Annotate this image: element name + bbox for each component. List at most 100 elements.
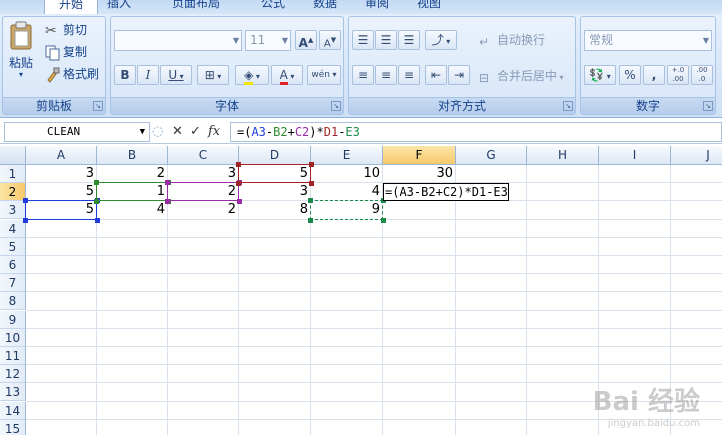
- align-top-button[interactable]: ☰: [352, 30, 374, 50]
- tab-data[interactable]: 数据: [310, 0, 340, 14]
- resize-handle[interactable]: [309, 181, 314, 187]
- row-header-5[interactable]: 5: [0, 237, 26, 256]
- borders-button[interactable]: ⊞ ▾: [197, 65, 229, 85]
- cell-a2[interactable]: 5: [26, 183, 96, 201]
- cell-b3[interactable]: 4: [97, 201, 167, 219]
- row-header-12[interactable]: 12: [0, 365, 26, 384]
- tab-view[interactable]: 视图: [414, 0, 444, 14]
- shrink-font-button[interactable]: A▼: [319, 30, 341, 50]
- copy-button[interactable]: 复制: [45, 43, 87, 61]
- row-header-13[interactable]: 13: [0, 383, 26, 402]
- row-header-14[interactable]: 14: [0, 401, 26, 420]
- increase-indent-button[interactable]: ⇥: [448, 65, 470, 85]
- formula-token: E3: [345, 125, 360, 139]
- number-launcher-icon[interactable]: ↘: [703, 101, 713, 111]
- cell-d3[interactable]: 8: [239, 201, 310, 219]
- percent-button[interactable]: %: [619, 65, 641, 85]
- merge-center-button[interactable]: ⊟ 合并后居中 ▾: [479, 67, 564, 87]
- wrap-text-button[interactable]: ↵ 自动换行: [479, 31, 545, 49]
- decrease-indent-button[interactable]: ⇤: [425, 65, 447, 85]
- comma-button[interactable]: ,: [643, 65, 665, 85]
- column-header-h[interactable]: H: [527, 146, 599, 165]
- phonetic-button[interactable]: wén ▾: [307, 65, 341, 85]
- resize-handle[interactable]: [165, 180, 170, 186]
- row-header-11[interactable]: 11: [0, 347, 26, 365]
- resize-handle[interactable]: [309, 162, 314, 167]
- row-header-1[interactable]: 1: [0, 165, 26, 183]
- column-header-j[interactable]: J: [671, 146, 722, 165]
- resize-handle[interactable]: [94, 199, 99, 205]
- cell-f1[interactable]: 30: [383, 165, 455, 183]
- resize-handle[interactable]: [95, 217, 100, 223]
- cell-a1[interactable]: 3: [26, 165, 96, 183]
- font-color-button[interactable]: A ▾: [271, 65, 303, 85]
- column-header-i[interactable]: I: [599, 146, 671, 165]
- row-header-7[interactable]: 7: [0, 274, 26, 293]
- row-header-6[interactable]: 6: [0, 256, 26, 274]
- tab-insert[interactable]: 插入: [104, 0, 134, 14]
- underline-button[interactable]: U ▾: [160, 65, 192, 85]
- clipboard-launcher-icon[interactable]: ↘: [93, 101, 103, 111]
- cell-e1[interactable]: 10: [311, 165, 382, 183]
- resize-handle[interactable]: [23, 198, 28, 204]
- increase-decimal-button[interactable]: +.0 .00: [667, 65, 689, 85]
- paste-button[interactable]: 粘贴 ▾: [7, 21, 35, 80]
- fill-color-button[interactable]: ◈ ▾: [235, 65, 269, 85]
- cell-e2[interactable]: 4: [311, 183, 382, 201]
- orientation-button[interactable]: ⤴ ▾: [425, 30, 457, 50]
- name-box[interactable]: CLEAN ▼: [4, 122, 150, 142]
- align-right-button[interactable]: ≡: [398, 65, 420, 85]
- row-header-10[interactable]: 10: [0, 328, 26, 347]
- cut-button[interactable]: ✂ 剪切: [45, 21, 87, 39]
- column-header-g[interactable]: G: [456, 146, 527, 165]
- insert-function-icon[interactable]: fx: [208, 122, 220, 142]
- resize-handle[interactable]: [308, 217, 313, 223]
- select-all-corner[interactable]: [0, 146, 26, 165]
- cancel-icon[interactable]: ✕: [172, 122, 183, 142]
- tab-page-layout[interactable]: 页面布局: [158, 0, 234, 14]
- formula-input[interactable]: =(A3-B2+C2)*D1-E3: [230, 122, 722, 142]
- tab-home[interactable]: 开始: [44, 0, 98, 14]
- font-launcher-icon[interactable]: ↘: [331, 101, 341, 111]
- cell-b1[interactable]: 2: [97, 165, 167, 183]
- resize-handle[interactable]: [236, 162, 241, 167]
- row-header-15[interactable]: 15: [0, 419, 26, 435]
- align-bottom-button[interactable]: ☰: [398, 30, 420, 50]
- column-header-b[interactable]: B: [97, 146, 168, 165]
- cell-d2[interactable]: 3: [239, 183, 310, 201]
- grow-font-button[interactable]: A▲: [295, 30, 317, 50]
- column-header-f[interactable]: F: [383, 146, 456, 165]
- column-header-a[interactable]: A: [26, 146, 97, 165]
- align-center-button[interactable]: ≡: [375, 65, 397, 85]
- cell-c3[interactable]: 2: [168, 201, 238, 219]
- bold-button[interactable]: B: [114, 65, 136, 85]
- number-format-combo[interactable]: 常规 ▼: [584, 30, 712, 51]
- align-middle-button[interactable]: ☰: [375, 30, 397, 50]
- resize-handle[interactable]: [308, 198, 313, 204]
- currency-button[interactable]: 💱 ▾: [584, 65, 616, 85]
- resize-handle[interactable]: [237, 199, 242, 205]
- resize-handle[interactable]: [236, 181, 241, 187]
- enter-icon[interactable]: ✓: [190, 122, 201, 142]
- resize-handle[interactable]: [23, 217, 28, 223]
- alignment-launcher-icon[interactable]: ↘: [563, 101, 573, 111]
- decrease-decimal-button[interactable]: .00 .0: [691, 65, 713, 85]
- italic-button[interactable]: I: [137, 65, 159, 85]
- row-header-9[interactable]: 9: [0, 310, 26, 329]
- align-left-button[interactable]: ≡: [352, 65, 374, 85]
- column-header-e[interactable]: E: [311, 146, 383, 165]
- tab-formulas[interactable]: 公式: [258, 0, 288, 14]
- font-name-combo[interactable]: ▼: [114, 30, 242, 51]
- format-painter-button[interactable]: 格式刷: [45, 65, 99, 83]
- column-header-d[interactable]: D: [239, 146, 311, 165]
- column-header-c[interactable]: C: [168, 146, 239, 165]
- row-header-8[interactable]: 8: [0, 292, 26, 311]
- active-cell-editor[interactable]: =(A3-B2+C2)*D1-E3: [383, 183, 509, 202]
- tab-review[interactable]: 审阅: [362, 0, 392, 14]
- resize-handle[interactable]: [165, 199, 170, 205]
- font-size-combo[interactable]: 11 ▼: [245, 30, 291, 51]
- drag-handle-icon[interactable]: ◌: [152, 122, 163, 142]
- resize-handle[interactable]: [381, 217, 386, 223]
- resize-handle[interactable]: [94, 180, 99, 186]
- cell-c1[interactable]: 3: [168, 165, 238, 183]
